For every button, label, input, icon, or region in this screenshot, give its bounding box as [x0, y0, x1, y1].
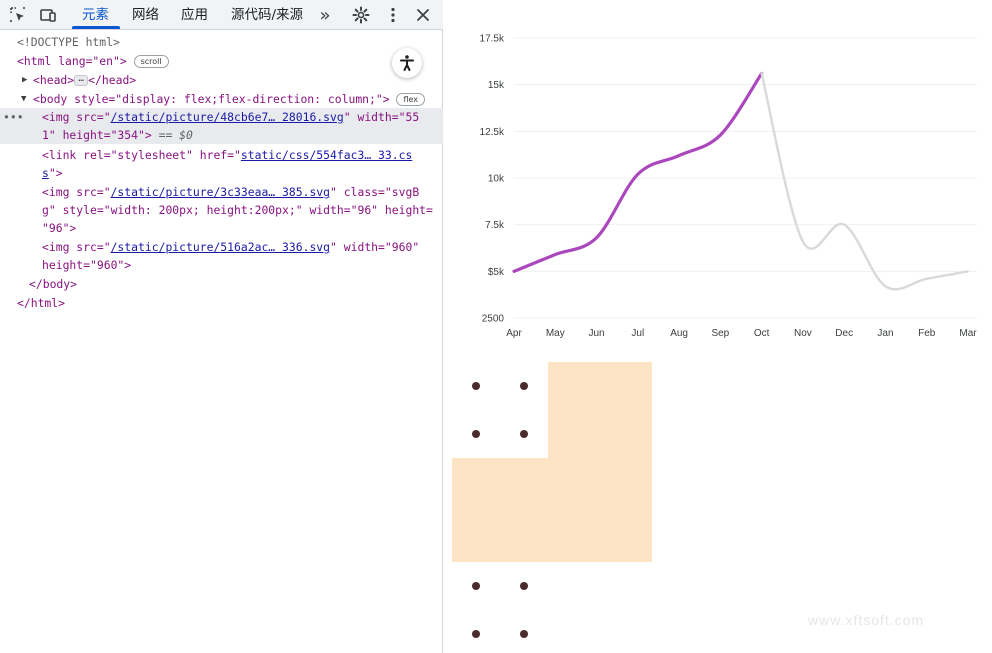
peach-shape-bottom — [452, 458, 652, 562]
img1-attrs-cont: 1" height="354"> — [42, 128, 152, 142]
devtools-toolbar: 元素 网络 应用 源代码/来源 » — [0, 0, 443, 30]
head-open-tag: <head> — [33, 73, 75, 87]
dom-line-html[interactable]: <html lang="en"> scroll — [0, 52, 443, 70]
dot — [472, 382, 480, 390]
link-href-link[interactable]: static/css/554fac3… 33.cs — [241, 148, 412, 162]
img3-open: <img src=" — [42, 240, 111, 254]
link-href-link-cont[interactable]: s — [42, 166, 49, 180]
device-toolbar-icon[interactable] — [38, 5, 58, 25]
dom-line-img2[interactable]: <img src="/static/picture/3c33eaa… 385.s… — [0, 183, 443, 201]
y-tick-label: 10k — [488, 174, 505, 185]
dom-line-doctype[interactable]: <!DOCTYPE html> — [0, 33, 443, 51]
link-open: <link rel="stylesheet" href=" — [42, 148, 241, 162]
tab-application[interactable]: 应用 — [181, 0, 208, 30]
selected-row-dots[interactable]: ••• — [3, 108, 24, 126]
gear-icon[interactable] — [351, 5, 371, 25]
img3-close: height="960"> — [42, 258, 132, 272]
doctype-text: <!DOCTYPE html> — [17, 35, 120, 49]
y-tick-label: 17.5k — [480, 34, 505, 45]
dom-line-img1[interactable]: ••• <img src="/static/picture/48cb6e7… 28… — [0, 108, 443, 126]
html-open-tag: <html lang="en"> — [17, 54, 127, 68]
kebab-menu-icon[interactable] — [383, 5, 403, 25]
dot — [472, 430, 480, 438]
selected-node-marker: == $0 — [151, 128, 193, 142]
inspect-element-icon[interactable] — [8, 5, 28, 25]
dom-line-link-cont[interactable]: s"> — [0, 164, 443, 182]
dom-line-body-close[interactable]: </body> — [0, 275, 443, 293]
img2-attrs-cont: g" style="width: 200px; height:200px;" w… — [42, 203, 433, 217]
img3-attrs: " width="960" — [330, 240, 420, 254]
flex-badge[interactable]: flex — [396, 93, 426, 106]
x-tick-label: Jun — [588, 328, 604, 339]
dot — [472, 582, 480, 590]
devtools-panel: 元素 网络 应用 源代码/来源 » <!DOCTYPE html> <html … — [0, 0, 443, 653]
html-close-tag: </html> — [17, 296, 66, 310]
x-tick-label: Oct — [754, 328, 770, 339]
img1-open: <img src=" — [42, 110, 111, 124]
dom-line-img3-cont[interactable]: height="960"> — [0, 256, 443, 274]
dom-line-head[interactable]: ▶ <head>… </head> — [0, 71, 443, 89]
expand-triangle-icon[interactable]: ▶ — [22, 71, 27, 89]
dom-line-body[interactable]: ▼ <body style="display: flex;flex-directi… — [0, 90, 443, 108]
dom-line-html-close[interactable]: </html> — [0, 294, 443, 312]
dom-line-img1-cont[interactable]: 1" height="354"> == $0 — [0, 126, 443, 144]
accessibility-icon — [400, 55, 414, 71]
x-tick-label: Sep — [711, 328, 729, 339]
img2-open: <img src=" — [42, 185, 111, 199]
x-tick-label: Feb — [918, 328, 936, 339]
x-tick-label: Apr — [506, 328, 522, 339]
img2-close: "96"> — [42, 221, 77, 235]
dot — [520, 582, 528, 590]
dom-line-link[interactable]: <link rel="stylesheet" href="static/css/… — [0, 146, 443, 164]
img2-attrs: " class="svgB — [330, 185, 420, 199]
dom-line-img2-cont[interactable]: g" style="width: 200px; height:200px;" w… — [0, 201, 443, 219]
x-tick-label: Aug — [670, 328, 688, 339]
y-tick-label: 12.5k — [480, 127, 505, 138]
more-tabs-icon[interactable]: » — [315, 5, 335, 26]
dom-line-img3[interactable]: <img src="/static/picture/516a2ac… 336.s… — [0, 238, 443, 256]
x-tick-label: Jul — [631, 328, 644, 339]
img1-src-link[interactable]: /static/picture/48cb6e7… 28016.svg — [111, 110, 344, 124]
accessibility-button[interactable] — [392, 48, 422, 78]
x-tick-label: Jan — [877, 328, 893, 339]
scroll-badge[interactable]: scroll — [133, 55, 169, 68]
dot — [520, 430, 528, 438]
line-chart: 2500 $5k 7.5k 10k 12.5k 15k 17.5k Apr May Jun Jul A… — [480, 34, 978, 340]
dot — [520, 630, 528, 638]
x-tick-label: May — [546, 328, 565, 339]
img2-src-link[interactable]: /static/picture/3c33eaa… 385.svg — [111, 185, 330, 199]
img1-attrs: " width="55 — [343, 110, 420, 124]
x-tick-label: Dec — [835, 328, 853, 339]
dot — [520, 382, 528, 390]
dot — [472, 630, 480, 638]
x-tick-label: Mar — [959, 328, 977, 339]
ellipsis-badge[interactable]: … — [74, 75, 89, 86]
link-close: "> — [48, 166, 63, 180]
x-tick-label: Nov — [794, 328, 812, 339]
series-line-dotted — [760, 72, 970, 291]
img3-src-link[interactable]: /static/picture/516a2ac… 336.svg — [111, 240, 330, 254]
tab-sources[interactable]: 源代码/来源 — [231, 0, 303, 30]
dom-line-img2-cont2[interactable]: "96"> — [0, 219, 443, 237]
watermark: www.xftsoft.com — [808, 612, 925, 628]
tab-network[interactable]: 网络 — [132, 0, 159, 30]
peach-shape-top — [548, 362, 652, 458]
y-tick-label: 2500 — [482, 314, 505, 325]
active-tab-indicator — [72, 26, 120, 29]
close-icon[interactable] — [413, 5, 433, 25]
y-tick-label: 7.5k — [485, 220, 505, 231]
y-tick-label: $5k — [488, 267, 505, 278]
y-tick-label: 15k — [488, 80, 505, 91]
collapse-triangle-icon[interactable]: ▼ — [21, 90, 26, 108]
head-close-tag: </head> — [88, 73, 137, 87]
body-close-tag: </body> — [29, 277, 78, 291]
body-open-tag: <body style="display: flex;flex-directio… — [33, 92, 390, 106]
series-line-solid — [512, 71, 764, 273]
